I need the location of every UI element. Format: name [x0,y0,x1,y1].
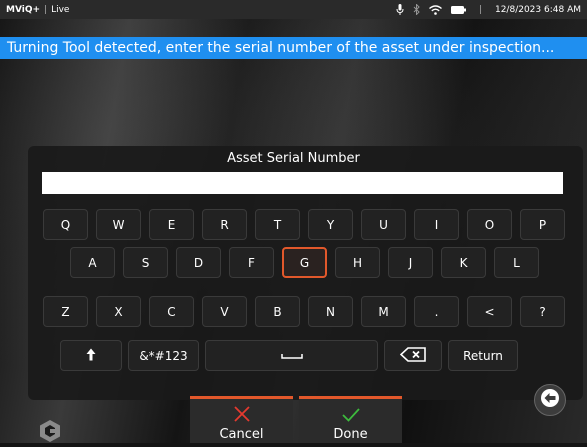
symbols-key[interactable]: &*#123 [128,340,199,371]
key[interactable]: Y [308,209,353,240]
close-icon [233,405,251,427]
backspace-key[interactable] [384,340,442,371]
key-label: O [484,217,495,232]
key[interactable]: B [255,296,300,327]
key-label: W [112,217,125,232]
key[interactable]: I [414,209,459,240]
space-key[interactable] [205,340,378,371]
key-label: D [193,255,204,270]
battery-icon [450,5,466,14]
datetime: 12/8/2023 6:48 AM [494,4,581,15]
shift-key[interactable] [60,340,122,371]
key[interactable]: G [282,247,327,278]
key[interactable]: C [149,296,194,327]
cancel-button[interactable]: Cancel [190,396,293,443]
dialog-title: Asset Serial Number [227,151,360,166]
key[interactable]: F [229,247,274,278]
key-label: N [326,304,335,319]
key-label: E [167,217,176,232]
symbols-key-label: &*#123 [139,348,188,363]
cancel-label: Cancel [219,427,264,442]
key[interactable]: D [176,247,221,278]
key-label: L [513,255,520,270]
key[interactable]: A [70,247,115,278]
status-separator: | [44,4,48,15]
key[interactable]: X [96,296,141,327]
key-label: S [141,255,150,270]
microphone-icon [396,4,404,15]
arrow-left-icon [540,388,560,412]
app-name: MViQ+ [6,4,41,15]
key[interactable]: < [467,296,512,327]
key[interactable]: E [149,209,194,240]
key[interactable]: P [520,209,565,240]
key-label: I [434,217,439,232]
serial-number-input[interactable] [42,172,563,194]
key-label: U [379,217,388,232]
key[interactable]: O [467,209,512,240]
done-button[interactable]: Done [299,396,402,443]
key-label: Q [60,217,71,232]
done-label: Done [333,427,368,442]
key[interactable]: U [361,209,406,240]
key[interactable]: R [202,209,247,240]
key[interactable]: . [414,296,459,327]
key-label: K [459,255,468,270]
key-label: Z [61,304,70,319]
key-label: V [220,304,229,319]
app-logo-icon [38,419,62,443]
key-label: B [273,304,282,319]
key[interactable]: S [123,247,168,278]
key-label: G [299,255,310,270]
key[interactable]: Z [43,296,88,327]
live-mode-label: Live [51,4,70,15]
bluetooth-icon [413,4,420,15]
space-icon [280,349,303,363]
key-label: P [538,217,547,232]
key-label: H [352,255,363,270]
checkmark-icon [341,407,361,427]
key-label: ? [539,304,546,319]
backspace-icon [399,346,426,365]
key[interactable]: T [255,209,300,240]
key-label: T [273,217,282,232]
key[interactable]: L [494,247,539,278]
key[interactable]: Q [43,209,88,240]
return-key-label: Return [463,348,503,363]
key-label: F [248,255,255,270]
key-label: A [88,255,97,270]
key-label: X [114,304,123,319]
key[interactable]: N [308,296,353,327]
key[interactable]: V [202,296,247,327]
key-label: Y [326,217,335,232]
key[interactable]: M [361,296,406,327]
wifi-icon [428,4,442,15]
key[interactable]: ? [520,296,565,327]
back-button[interactable] [534,384,566,416]
key-label: < [484,304,495,319]
key-label: M [378,304,389,319]
key[interactable]: H [335,247,380,278]
key[interactable]: K [441,247,486,278]
key[interactable]: W [96,209,141,240]
key-label: R [220,217,229,232]
arrow-up-icon [86,348,96,364]
key[interactable]: J [388,247,433,278]
status-bar: MViQ+ | Live | 12/8/2023 6:48 AM [0,0,587,19]
key-label: J [408,255,413,270]
datetime-separator: | [478,4,482,15]
return-key[interactable]: Return [448,340,518,371]
key-label: . [434,304,439,319]
key-label: C [167,304,176,319]
notification-banner: Turning Tool detected, enter the serial … [0,37,587,59]
